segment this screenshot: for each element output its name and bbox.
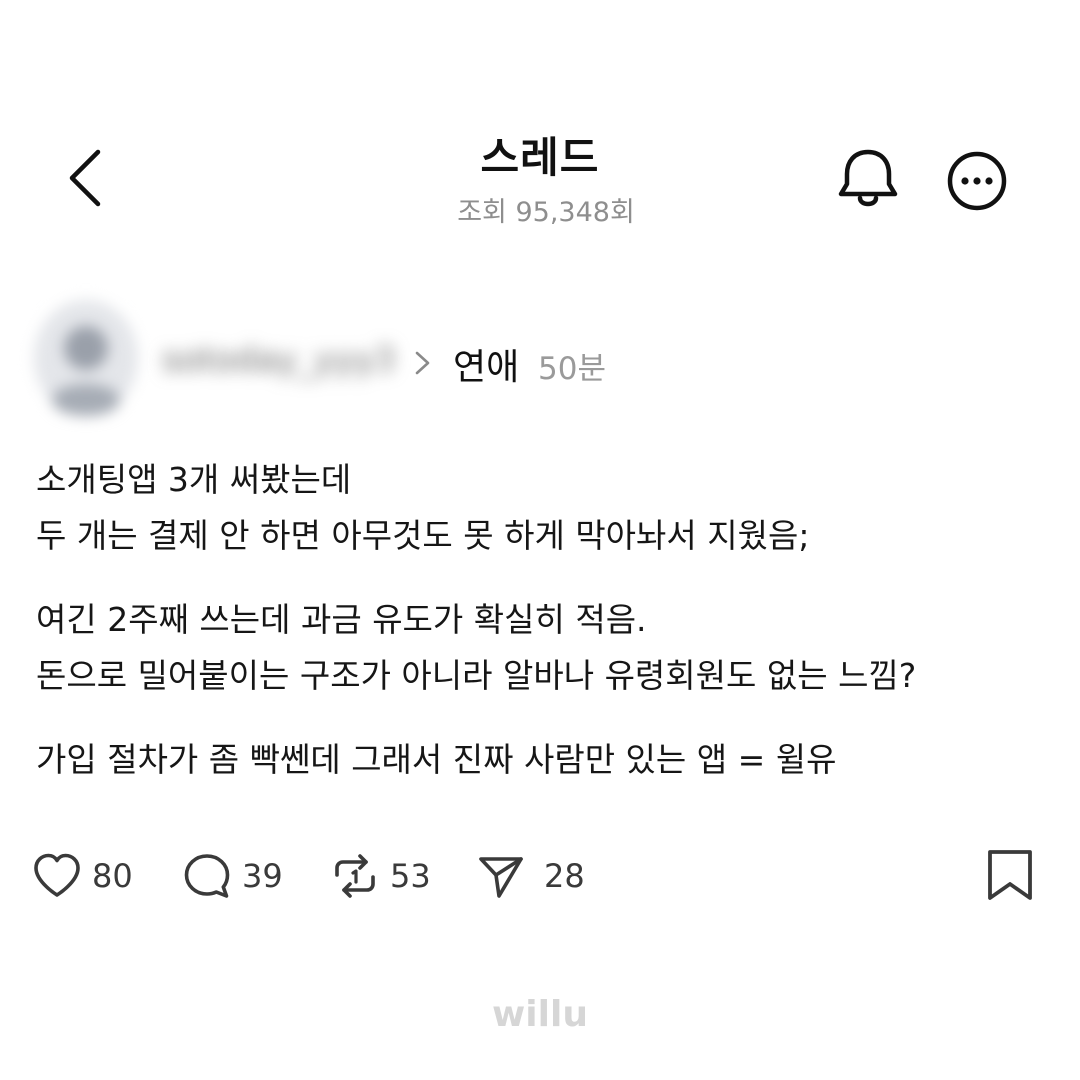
send-icon bbox=[479, 857, 523, 898]
post-line: 소개팅앱 3개 써봤는데 bbox=[36, 460, 352, 499]
repost-icon bbox=[335, 854, 375, 898]
chevron-right-icon bbox=[408, 346, 436, 380]
share-count: 28 bbox=[544, 857, 585, 895]
repost-count: 53 bbox=[390, 857, 431, 895]
post-line: 돈으로 밀어붙이는 구조가 아니라 알바나 유령회원도 없는 느낌? bbox=[36, 656, 917, 695]
repost-button[interactable]: 53 bbox=[330, 848, 431, 904]
watermark-logo: willu bbox=[492, 994, 588, 1035]
post-line: 여긴 2주째 쓰는데 과금 유도가 확실히 적음. bbox=[36, 600, 647, 639]
post-paragraph: 소개팅앱 3개 써봤는데 두 개는 결제 안 하면 아무것도 못 하게 막아놔서… bbox=[36, 452, 1046, 564]
author-avatar[interactable] bbox=[30, 296, 142, 420]
like-button[interactable]: 80 bbox=[32, 848, 133, 904]
author-username[interactable]: sotoday_yyy3 bbox=[162, 340, 392, 382]
bookmark-button[interactable] bbox=[984, 848, 1036, 904]
comment-bubble-icon bbox=[184, 854, 230, 898]
view-count: 조회 95,348회 bbox=[457, 197, 635, 228]
post-line: 두 개는 결제 안 하면 아무것도 못 하게 막아놔서 지웠음; bbox=[36, 516, 810, 555]
post-paragraph: 여긴 2주째 쓰는데 과금 유도가 확실히 적음. 돈으로 밀어붙이는 구조가 … bbox=[36, 592, 1046, 704]
page-title: 스레드 bbox=[480, 133, 600, 182]
notification-button[interactable] bbox=[834, 146, 902, 214]
more-horizontal-icon bbox=[947, 151, 1007, 211]
post-paragraph: 가입 절차가 좀 빡쎈데 그래서 진짜 사람만 있는 앱 = 윌유 bbox=[36, 732, 1046, 788]
comment-count: 39 bbox=[242, 857, 283, 895]
category-link[interactable]: 연애 bbox=[453, 338, 519, 390]
share-button[interactable]: 28 bbox=[476, 848, 585, 904]
like-count: 80 bbox=[92, 857, 133, 895]
bell-icon bbox=[838, 149, 898, 207]
post-line: 가입 절차가 좀 빡쎈데 그래서 진짜 사람만 있는 앱 = 윌유 bbox=[36, 740, 837, 779]
heart-icon bbox=[34, 853, 80, 897]
bookmark-icon bbox=[988, 850, 1032, 900]
more-options-button[interactable] bbox=[944, 148, 1010, 214]
comment-button[interactable]: 39 bbox=[182, 848, 283, 904]
post-time: 50분 bbox=[538, 351, 606, 387]
post-body: 소개팅앱 3개 써봤는데 두 개는 결제 안 하면 아무것도 못 하게 막아놔서… bbox=[36, 452, 1046, 816]
